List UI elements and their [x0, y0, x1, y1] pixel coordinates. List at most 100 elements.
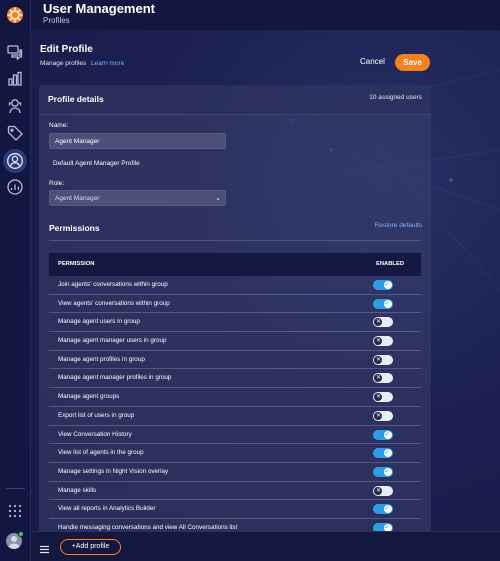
table-row: View all reports in Analytics Builder ✓ — [49, 500, 421, 519]
app-title: User Management — [43, 1, 155, 16]
learn-more-link[interactable]: Learn more — [91, 60, 124, 67]
close-icon: ✕ — [376, 319, 382, 326]
toggle-knob: ✕ — [374, 486, 382, 495]
breadcrumb: Profiles — [43, 16, 70, 25]
save-button[interactable]: Save — [395, 54, 430, 71]
check-icon: ✓ — [384, 430, 390, 438]
check-icon: ✓ — [384, 299, 390, 307]
permission-toggle[interactable]: ✕ — [373, 336, 393, 347]
toggle-knob: ✕ — [374, 337, 382, 346]
permission-toggle[interactable]: ✓ — [373, 522, 393, 531]
online-status-dot — [18, 531, 24, 537]
toggle-knob: ✕ — [374, 318, 382, 327]
page-title: Edit Profile — [40, 44, 93, 55]
permission-label: View agents' conversations within group — [58, 299, 170, 307]
dashboard-icon[interactable] — [6, 178, 24, 196]
chat-icon[interactable] — [6, 43, 24, 61]
toggle-knob: ✓ — [384, 505, 392, 514]
permission-label: View all reports in Analytics Builder — [58, 505, 156, 513]
check-icon: ✓ — [384, 505, 390, 513]
name-label: Name: — [49, 122, 69, 129]
close-icon: ✕ — [376, 356, 382, 363]
close-icon: ✕ — [376, 394, 382, 401]
sidebar-divider — [6, 488, 25, 489]
section-title: Profile details — [48, 94, 104, 104]
check-icon: ✓ — [384, 523, 390, 531]
divider — [49, 240, 421, 241]
profile-description[interactable]: Default Agent Manager Profile — [53, 160, 140, 167]
permission-toggle[interactable]: ✓ — [373, 429, 393, 440]
permission-label: Manage agent users in group — [58, 318, 140, 326]
check-icon: ✓ — [384, 281, 390, 288]
table-row: Handle messaging conversations and view … — [49, 519, 421, 531]
table-row: Manage agent profiles in group ✕ — [49, 351, 421, 370]
permission-toggle[interactable]: ✕ — [373, 485, 393, 496]
table-header: PERMISSION ENABLED — [49, 253, 421, 276]
toggle-knob: ✓ — [384, 523, 392, 531]
permission-toggle[interactable]: ✕ — [373, 317, 393, 328]
toggle-knob: ✕ — [374, 355, 382, 364]
table-row: Manage settings in Night Vision overlay ✓ — [49, 463, 421, 482]
toggle-knob: ✓ — [384, 449, 392, 458]
toggle-knob: ✕ — [374, 411, 382, 420]
table-row: View Conversation History ✓ — [49, 426, 421, 445]
permission-toggle[interactable]: ✓ — [373, 298, 393, 309]
permission-label: Manage settings in Night Vision overlay — [58, 467, 169, 475]
toggle-knob: ✕ — [374, 393, 382, 402]
permission-toggle[interactable]: ✕ — [373, 354, 393, 365]
permission-toggle[interactable]: ✕ — [373, 373, 393, 384]
profile-card: Profile details 10 assigned users Name: … — [39, 85, 431, 531]
name-field-value: Agent Manager — [55, 138, 100, 145]
toggle-knob: ✓ — [384, 467, 392, 476]
restore-defaults-link[interactable]: Restore defaults — [375, 222, 422, 229]
permission-toggle[interactable]: ✓ — [373, 280, 393, 290]
table-row: Manage agent manager users in group ✕ — [49, 332, 421, 351]
menu-icon[interactable] — [40, 541, 49, 554]
role-select-value: Agent Manager — [55, 195, 100, 202]
table-row: Export list of users in group ✕ — [49, 407, 421, 426]
role-select[interactable]: Agent Manager ⌄ — [49, 190, 226, 206]
table-row: Manage agent groups ✕ — [49, 388, 421, 407]
agent-icon[interactable] — [6, 97, 24, 115]
header: User Management Profiles — [31, 0, 500, 30]
permission-label: View Conversation History — [58, 430, 132, 438]
toggle-knob: ✕ — [374, 374, 382, 383]
table-row: Join agents' conversations within group ✓ — [49, 276, 421, 295]
toggle-knob: ✓ — [384, 430, 392, 439]
user-circle-icon[interactable] — [3, 149, 27, 173]
permission-toggle[interactable]: ✓ — [373, 448, 393, 459]
cancel-button[interactable]: Cancel — [360, 57, 385, 66]
permission-toggle[interactable]: ✕ — [373, 392, 393, 403]
close-icon: ✕ — [376, 412, 382, 419]
table-row: Manage skills ✕ — [49, 482, 421, 501]
toggle-knob: ✓ — [384, 281, 392, 289]
column-header-permission: PERMISSION — [58, 261, 95, 267]
role-label: Role: — [49, 180, 65, 187]
tag-icon[interactable] — [6, 124, 24, 142]
permission-label: Export list of users in group — [58, 411, 135, 419]
sidebar — [0, 0, 31, 561]
page-subtitle: Manage profiles — [40, 60, 87, 67]
add-profile-button[interactable]: +Add profile — [60, 539, 121, 555]
permission-toggle[interactable]: ✓ — [373, 466, 393, 477]
logo-icon[interactable] — [5, 5, 25, 25]
assigned-users-count[interactable]: 10 assigned users — [369, 94, 422, 101]
close-icon: ✕ — [376, 487, 382, 494]
permission-label: Manage agent manager profiles in group — [58, 374, 172, 382]
permissions-table: PERMISSION ENABLED Join agents' conversa… — [49, 253, 421, 531]
bottom-bar: +Add profile — [31, 531, 500, 561]
bar-chart-icon[interactable] — [6, 70, 24, 88]
table-row: View list of agents in the group ✓ — [49, 444, 421, 463]
close-icon: ✕ — [376, 375, 382, 382]
table-row: Manage agent users in group ✕ — [49, 313, 421, 333]
permissions-title: Permissions — [49, 223, 100, 233]
apps-grid-icon[interactable] — [6, 502, 24, 520]
permission-label: Manage agent groups — [58, 393, 120, 401]
permission-toggle[interactable]: ✕ — [373, 410, 393, 421]
permission-label: Manage agent manager users in group — [58, 337, 167, 345]
permission-label: Handle messaging conversations and view … — [58, 523, 238, 531]
permission-toggle[interactable]: ✓ — [373, 504, 393, 515]
name-field[interactable]: Agent Manager — [49, 133, 226, 149]
close-icon: ✕ — [376, 338, 382, 345]
card-header: Profile details 10 assigned users — [39, 85, 431, 115]
